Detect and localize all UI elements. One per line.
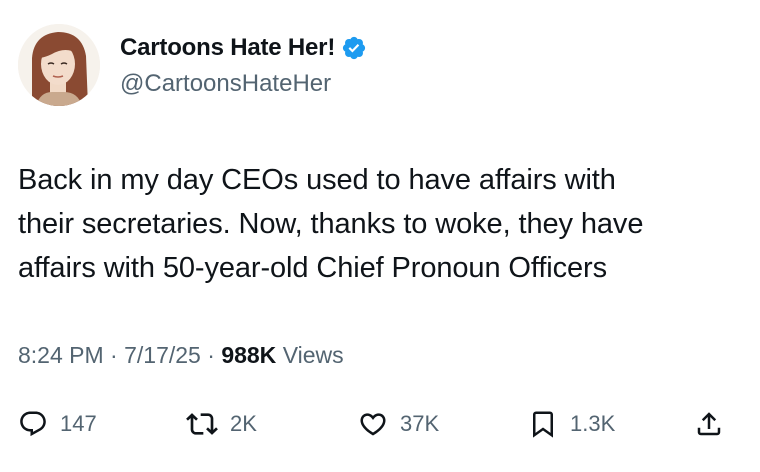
like-button[interactable]: 37K xyxy=(358,404,439,444)
share-upload-icon xyxy=(697,412,721,436)
like-count: 37K xyxy=(400,411,440,436)
bookmark-icon xyxy=(533,411,553,438)
avatar[interactable] xyxy=(18,24,100,106)
meta-separator: · xyxy=(110,342,118,368)
tweet-time[interactable]: 8:24 PM xyxy=(18,342,104,368)
author-display-name[interactable]: Cartoons Hate Her! xyxy=(120,34,335,62)
bookmark-count: 1.3K xyxy=(570,411,616,436)
tweet-text-line: affairs with 50-year-old Chief Pronoun O… xyxy=(18,252,608,284)
reply-count: 147 xyxy=(60,411,97,436)
speech-bubble-icon xyxy=(20,411,46,437)
repost-count: 2K xyxy=(230,411,257,436)
avatar-illustration xyxy=(18,24,100,106)
reply-button[interactable]: 147 xyxy=(18,404,97,444)
views-count[interactable]: 988K xyxy=(221,342,276,368)
tweet-date[interactable]: 7/17/25 xyxy=(124,342,201,368)
verified-badge-icon[interactable] xyxy=(341,35,367,61)
action-bar: 147 2K 37K 1.3K xyxy=(18,404,742,444)
heart-icon xyxy=(360,413,386,436)
share-button[interactable] xyxy=(694,404,724,444)
author-handle[interactable]: @CartoonsHateHer xyxy=(120,70,331,98)
meta-separator: · xyxy=(207,342,215,368)
views-label: Views xyxy=(282,342,344,368)
tweet-text-line: Back in my day CEOs used to have affairs… xyxy=(18,164,616,196)
repost-button[interactable]: 2K xyxy=(186,404,257,444)
repost-arrows-icon xyxy=(186,413,218,435)
bookmark-button[interactable]: 1.3K xyxy=(528,404,615,444)
tweet-text-line: their secretaries. Now, thanks to woke, … xyxy=(18,208,644,240)
tweet-meta: 8:24 PM · 7/17/25 · 988K Views xyxy=(18,342,344,369)
tweet-text: Back in my day CEOs used to have affairs… xyxy=(18,158,748,290)
tweet-card: Cartoons Hate Her! @CartoonsHateHer Back… xyxy=(0,0,760,472)
author-name-row: Cartoons Hate Her! xyxy=(120,34,367,62)
